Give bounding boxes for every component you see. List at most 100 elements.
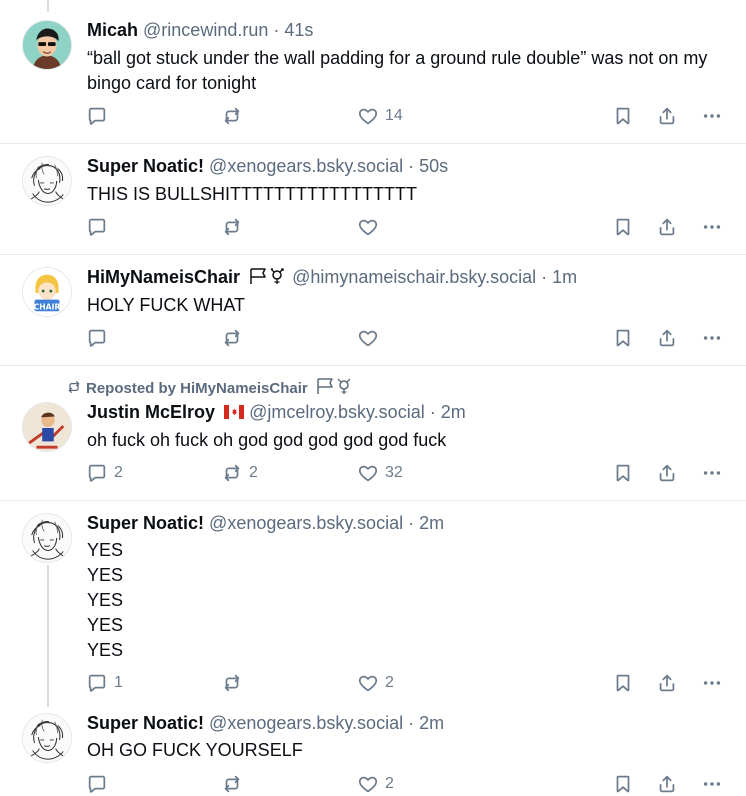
more-button[interactable] [701,671,723,695]
share-icon [656,105,678,127]
post-time[interactable]: 41s [284,20,313,40]
post-text: “ball got stuck under the wall padding f… [87,48,708,93]
share-icon [656,327,678,349]
more-button[interactable] [701,215,723,239]
avatar[interactable] [22,20,72,70]
reply-button[interactable] [86,104,114,128]
bookmark-icon [612,105,634,127]
avatar[interactable]: CHAIR [22,267,72,317]
post-time[interactable]: 2m [419,713,444,733]
repost-icon [221,105,243,127]
author-handle[interactable]: @jmcelroy.bsky.social [249,402,425,422]
reply-button[interactable]: 1 [86,671,123,695]
share-button[interactable] [656,326,678,350]
more-button[interactable] [701,326,723,350]
author-handle[interactable]: @xenogears.bsky.social [209,713,403,733]
like-count: 14 [385,107,403,124]
more-icon [701,773,723,795]
repost-icon [66,379,82,395]
reply-button[interactable] [86,772,108,796]
avatar-image-icon [23,403,71,451]
author-name[interactable]: Super Noatic! [87,513,204,533]
bookmark-button[interactable] [612,104,634,128]
author-name[interactable]: Super Noatic! [87,713,204,733]
like-button[interactable] [357,215,379,239]
bookmark-icon [612,216,634,238]
avatar[interactable] [22,713,72,763]
post-time[interactable]: 50s [419,156,448,176]
post-time[interactable]: 2m [441,402,466,422]
avatar[interactable] [22,402,72,452]
post-text: THIS IS BULLSHITTTTTTTTTTTTTTTTT [87,184,417,204]
svg-text:CHAIR: CHAIR [34,302,61,311]
share-button[interactable] [656,461,678,485]
author-handle[interactable]: @xenogears.bsky.social [209,513,403,533]
post-text: HOLY FUCK WHAT [87,295,246,315]
bookmark-icon [612,327,634,349]
reply-button[interactable] [86,326,108,350]
repost-button[interactable] [221,215,243,239]
share-button[interactable] [656,104,678,128]
repost-icon [221,672,243,694]
like-button[interactable]: 32 [357,461,403,485]
avatar[interactable] [22,156,72,206]
post[interactable]: Reposted by HiMyNameisChair Justin McElr… [0,366,746,500]
author-name[interactable]: HiMyNameisChair [87,267,240,287]
bookmark-button[interactable] [612,772,634,796]
bookmark-button[interactable] [612,671,634,695]
like-button[interactable]: 2 [357,772,394,796]
share-icon [656,672,678,694]
author-name[interactable]: Super Noatic! [87,156,204,176]
post-text: OH GO FUCK YOURSELF [87,740,303,760]
post[interactable]: CHAIR HiMyNameisChair @himynameischair.b… [0,255,746,365]
heart-icon [357,105,379,127]
like-button[interactable]: 14 [357,104,403,128]
reply-count: 1 [114,674,123,691]
post[interactable]: Super Noatic! @xenogears.bsky.social · 2… [0,501,746,701]
share-button[interactable] [656,772,678,796]
canada-flag-icon [224,405,245,419]
post-time[interactable]: 1m [552,267,577,287]
author-handle[interactable]: @rincewind.run [143,20,268,40]
reply-icon [86,672,108,694]
bookmark-icon [612,672,634,694]
bookmark-button[interactable] [612,326,634,350]
reposted-by[interactable]: Reposted by HiMyNameisChair [66,377,358,397]
like-count: 2 [385,775,394,792]
post-time[interactable]: 2m [419,513,444,533]
heart-icon [357,773,379,795]
bookmark-button[interactable] [612,461,634,485]
repost-button[interactable] [221,104,249,128]
author-handle[interactable]: @xenogears.bsky.social [209,156,403,176]
repost-count: 2 [249,464,258,481]
avatar-image-icon: CHAIR [23,268,71,316]
reply-icon [86,216,108,238]
post[interactable]: Super Noatic! @xenogears.bsky.social · 5… [0,144,746,254]
more-button[interactable] [701,772,723,796]
reply-button[interactable] [86,215,108,239]
repost-button[interactable] [221,671,243,695]
share-button[interactable] [656,671,678,695]
repost-button[interactable] [221,326,243,350]
post[interactable]: Micah @rincewind.run · 41s “ball got stu… [0,0,746,143]
like-button[interactable] [357,326,379,350]
reply-button[interactable]: 2 [86,461,123,485]
like-button[interactable]: 2 [357,671,394,695]
avatar[interactable] [22,513,72,563]
flag-icon [317,378,351,394]
more-button[interactable] [701,104,723,128]
more-icon [701,105,723,127]
author-name[interactable]: Justin McElroy [87,402,215,422]
reply-icon [86,773,108,795]
heart-icon [357,327,379,349]
post[interactable]: Super Noatic! @xenogears.bsky.social · 2… [0,701,746,794]
repost-button[interactable] [221,772,243,796]
avatar-image-icon [23,714,71,762]
share-button[interactable] [656,215,678,239]
repost-button[interactable]: 2 [221,461,258,485]
author-handle[interactable]: @himynameischair.bsky.social [292,267,536,287]
author-name[interactable]: Micah [87,20,138,40]
heart-icon [357,462,379,484]
bookmark-button[interactable] [612,215,634,239]
more-button[interactable] [701,461,723,485]
